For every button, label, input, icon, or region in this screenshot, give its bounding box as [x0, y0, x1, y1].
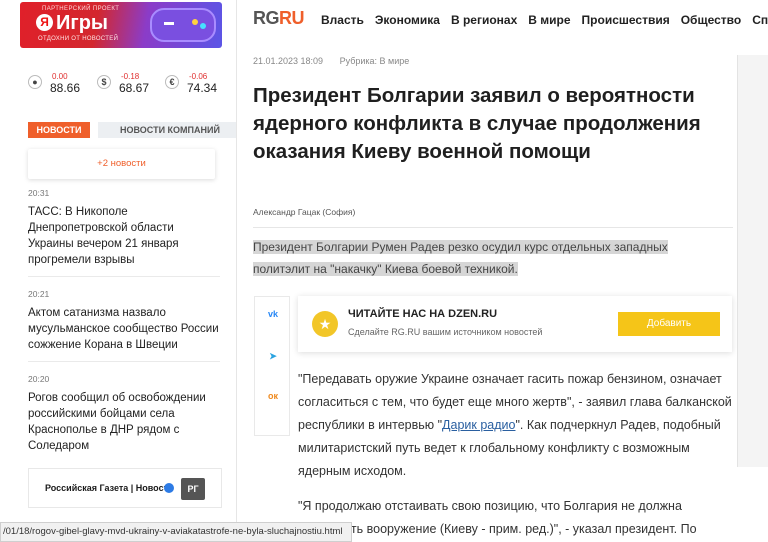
right-column-placeholder: [737, 55, 768, 467]
rate-oil[interactable]: ● 0.00 88.66: [28, 72, 88, 96]
dzen-heading: ЧИТАЙТЕ НАС НА DZEN.RU: [348, 308, 498, 320]
vk-share-icon[interactable]: vk: [264, 305, 282, 323]
rate-euro[interactable]: € -0.06 74.34: [165, 72, 225, 96]
main-nav: Власть Экономика В регионах В мире Происшест…: [321, 11, 768, 29]
rate-delta: -0.18: [121, 72, 140, 81]
lead-text-selected: Президент Болгарии Румен Радев резко осу…: [253, 240, 668, 276]
article-rubric[interactable]: Рубрика: В мире: [340, 56, 410, 66]
darik-radio-link[interactable]: Дарик радио: [442, 418, 515, 432]
divider: [253, 227, 733, 228]
status-bar-url: /01/18/rogov-gibel-glavy-mvd-ukrainy-v-a…: [0, 522, 352, 542]
tab-news[interactable]: НОВОСТИ: [28, 122, 90, 138]
article-date: 21.01.2023 18:09: [253, 56, 324, 66]
rate-value: 88.66: [50, 81, 81, 95]
news-time: 20:21: [28, 289, 50, 299]
rg-dzen-channel-banner[interactable]: Российская Газета | Новости РГ: [28, 468, 222, 508]
dzen-subscribe-widget: ★ ЧИТАЙТЕ НАС НА DZEN.RU Сделайте RG.RU …: [298, 296, 732, 352]
promo-title: Игры: [56, 12, 109, 34]
yandex-games-promo-banner[interactable]: ПАРТНЕРСКИЙ ПРОЕКТ Я Игры ОТДОХНИ ОТ НОВ…: [20, 2, 222, 48]
promo-subtitle: ОТДОХНИ ОТ НОВОСТЕЙ: [38, 36, 119, 42]
rate-value: 68.67: [119, 81, 150, 95]
news-item[interactable]: 20:20 Рогов сообщил об освобождении росс…: [28, 374, 220, 454]
divider: [28, 276, 220, 277]
currency-rates: ● 0.00 88.66 $ -0.18 68.67 € -0.06 74.34: [28, 72, 218, 96]
rg-logo-icon: РГ: [181, 478, 205, 500]
euro-icon: €: [165, 75, 179, 89]
logo-rg-part: RG: [253, 8, 280, 28]
article-paragraph: "Я продолжаю отстаивать свою позицию, чт…: [298, 499, 697, 536]
news-item[interactable]: 20:21 Актом сатанизма назвало мусульманс…: [28, 289, 220, 353]
site-header: RGRU Власть Экономика В регионах В мире Прои…: [237, 0, 768, 36]
telegram-share-icon[interactable]: ➤: [264, 347, 282, 365]
rg-banner-text: Российская Газета | Новости: [45, 483, 174, 493]
news-title[interactable]: Рогов сообщил об освобождении российским…: [28, 390, 220, 454]
news-time: 20:20: [28, 374, 50, 384]
news-item[interactable]: 20:31 ТАСС: В Никополе Днепропетровской …: [28, 188, 220, 268]
gamepad-icon: [150, 8, 216, 42]
nav-item-regions[interactable]: В регионах: [451, 13, 517, 27]
nav-item-world[interactable]: В мире: [528, 13, 570, 27]
article-headline: Президент Болгарии заявил о вероятности …: [253, 84, 701, 163]
news-title[interactable]: Актом сатанизма назвало мусульманское со…: [28, 305, 220, 353]
article-meta: 21.01.2023 18:09 Рубрика: В мире: [253, 56, 409, 66]
dzen-subtitle: Сделайте RG.RU вашим источником новостей: [348, 327, 543, 337]
site-logo[interactable]: RGRU: [253, 8, 305, 29]
verified-check-icon: [164, 483, 174, 493]
news-title[interactable]: ТАСС: В Никополе Днепропетровской област…: [28, 204, 220, 268]
tab-company-news[interactable]: НОВОСТИ КОМПАНИЙ: [98, 122, 236, 138]
nav-item-vlast[interactable]: Власть: [321, 13, 364, 27]
share-panel: vk ➤ ок: [254, 296, 290, 436]
article-paragraph: "Передавать оружие Украине означает гаси…: [298, 368, 738, 483]
rate-dollar[interactable]: $ -0.18 68.67: [97, 72, 157, 96]
nav-item-sport[interactable]: Спорт: [752, 13, 768, 27]
article-author[interactable]: Александр Гацак (София): [253, 207, 355, 217]
odnoklassniki-share-icon[interactable]: ок: [264, 387, 282, 405]
yandex-logo-icon: Я: [36, 14, 53, 31]
nav-item-society[interactable]: Общество: [681, 13, 742, 27]
star-icon: ★: [312, 311, 338, 337]
article-lead: Президент Болгарии Румен Радев резко осу…: [253, 236, 723, 280]
nav-item-incidents[interactable]: Происшествия: [582, 13, 670, 27]
add-source-button[interactable]: Добавить: [618, 312, 720, 336]
rate-delta: -0.06: [189, 72, 208, 81]
oil-drop-icon: ●: [28, 75, 42, 89]
dollar-icon: $: [97, 75, 111, 89]
news-time: 20:31: [28, 188, 50, 198]
divider: [28, 361, 220, 362]
left-sidebar: ПАРТНЕРСКИЙ ПРОЕКТ Я Игры ОТДОХНИ ОТ НОВ…: [0, 0, 237, 542]
more-news-button[interactable]: +2 новости: [28, 149, 215, 179]
rate-delta: 0.00: [52, 72, 68, 81]
logo-ru-part: RU: [279, 8, 305, 28]
rate-value: 74.34: [187, 81, 218, 95]
nav-item-economy[interactable]: Экономика: [375, 13, 440, 27]
